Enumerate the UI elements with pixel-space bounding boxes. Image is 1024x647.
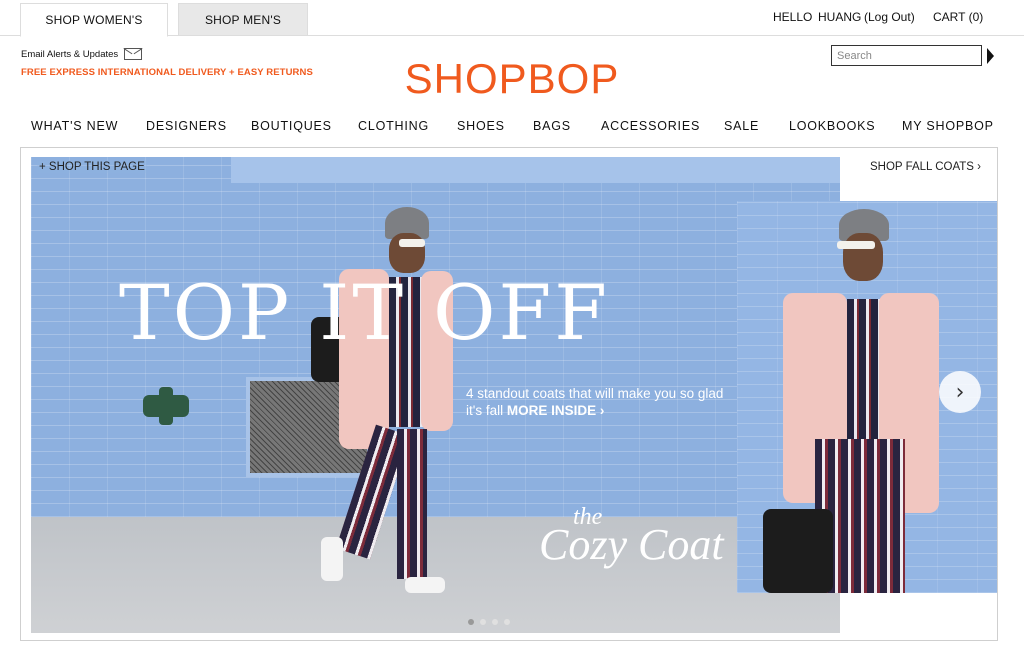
search-bar <box>831 45 994 66</box>
carousel-dot[interactable] <box>492 619 498 625</box>
hero-headline: TOP IT OFF <box>119 268 610 357</box>
tab-shop-womens[interactable]: SHOP WOMEN'S <box>20 3 168 37</box>
carousel-dot[interactable] <box>504 619 510 625</box>
model-walking <box>311 207 461 607</box>
search-submit-arrow-icon[interactable] <box>987 47 994 64</box>
nav-item-shoes[interactable]: SHOES <box>457 119 505 133</box>
nav-item-lookbooks[interactable]: LOOKBOOKS <box>789 119 875 133</box>
search-input[interactable] <box>831 45 982 66</box>
carousel-dots <box>468 619 510 625</box>
more-inside-link[interactable]: MORE INSIDE › <box>507 403 605 418</box>
model-standing <box>763 209 945 593</box>
nav-item-whats-new[interactable]: WHAT'S NEW <box>31 119 118 133</box>
greeting-hello: HELLO <box>773 10 813 24</box>
nav-item-accessories[interactable]: ACCESSORIES <box>601 119 700 133</box>
wall-ledge <box>231 157 840 183</box>
chevron-right-icon: › <box>955 379 965 405</box>
nav-item-boutiques[interactable]: BOUTIQUES <box>251 119 332 133</box>
shop-fall-coats-link[interactable]: SHOP FALL COATS › <box>870 161 981 173</box>
nav-item-clothing[interactable]: CLOTHING <box>358 119 429 133</box>
hydrant <box>143 387 189 425</box>
hero-subcopy: 4 standout coats that will make you so g… <box>466 385 726 419</box>
nav-item-bags[interactable]: BAGS <box>533 119 571 133</box>
logout-link[interactable]: (Log Out) <box>864 10 915 24</box>
nav-item-designers[interactable]: DESIGNERS <box>146 119 227 133</box>
cart-link[interactable]: CART (0) <box>933 10 983 24</box>
carousel-dot[interactable] <box>480 619 486 625</box>
nav-item-sale[interactable]: SALE <box>724 119 759 133</box>
tab-shop-mens[interactable]: SHOP MEN'S <box>178 3 308 36</box>
carousel-next-button[interactable]: › <box>939 371 981 413</box>
nav-item-my-shopbop[interactable]: MY SHOPBOP <box>902 119 994 133</box>
cozy-coat-text: Cozy Coat <box>539 520 724 569</box>
carousel-dot[interactable] <box>468 619 474 625</box>
main-nav: WHAT'S NEW DESIGNERS BOUTIQUES CLOTHING … <box>0 119 1024 137</box>
cozy-coat-title: the Cozy Coat <box>539 505 769 567</box>
hero-banner-image[interactable]: TOP IT OFF 4 standout coats that will ma… <box>31 157 840 633</box>
username: HUANG <box>818 10 862 24</box>
shop-this-page-link[interactable]: + SHOP THIS PAGE <box>37 161 147 173</box>
